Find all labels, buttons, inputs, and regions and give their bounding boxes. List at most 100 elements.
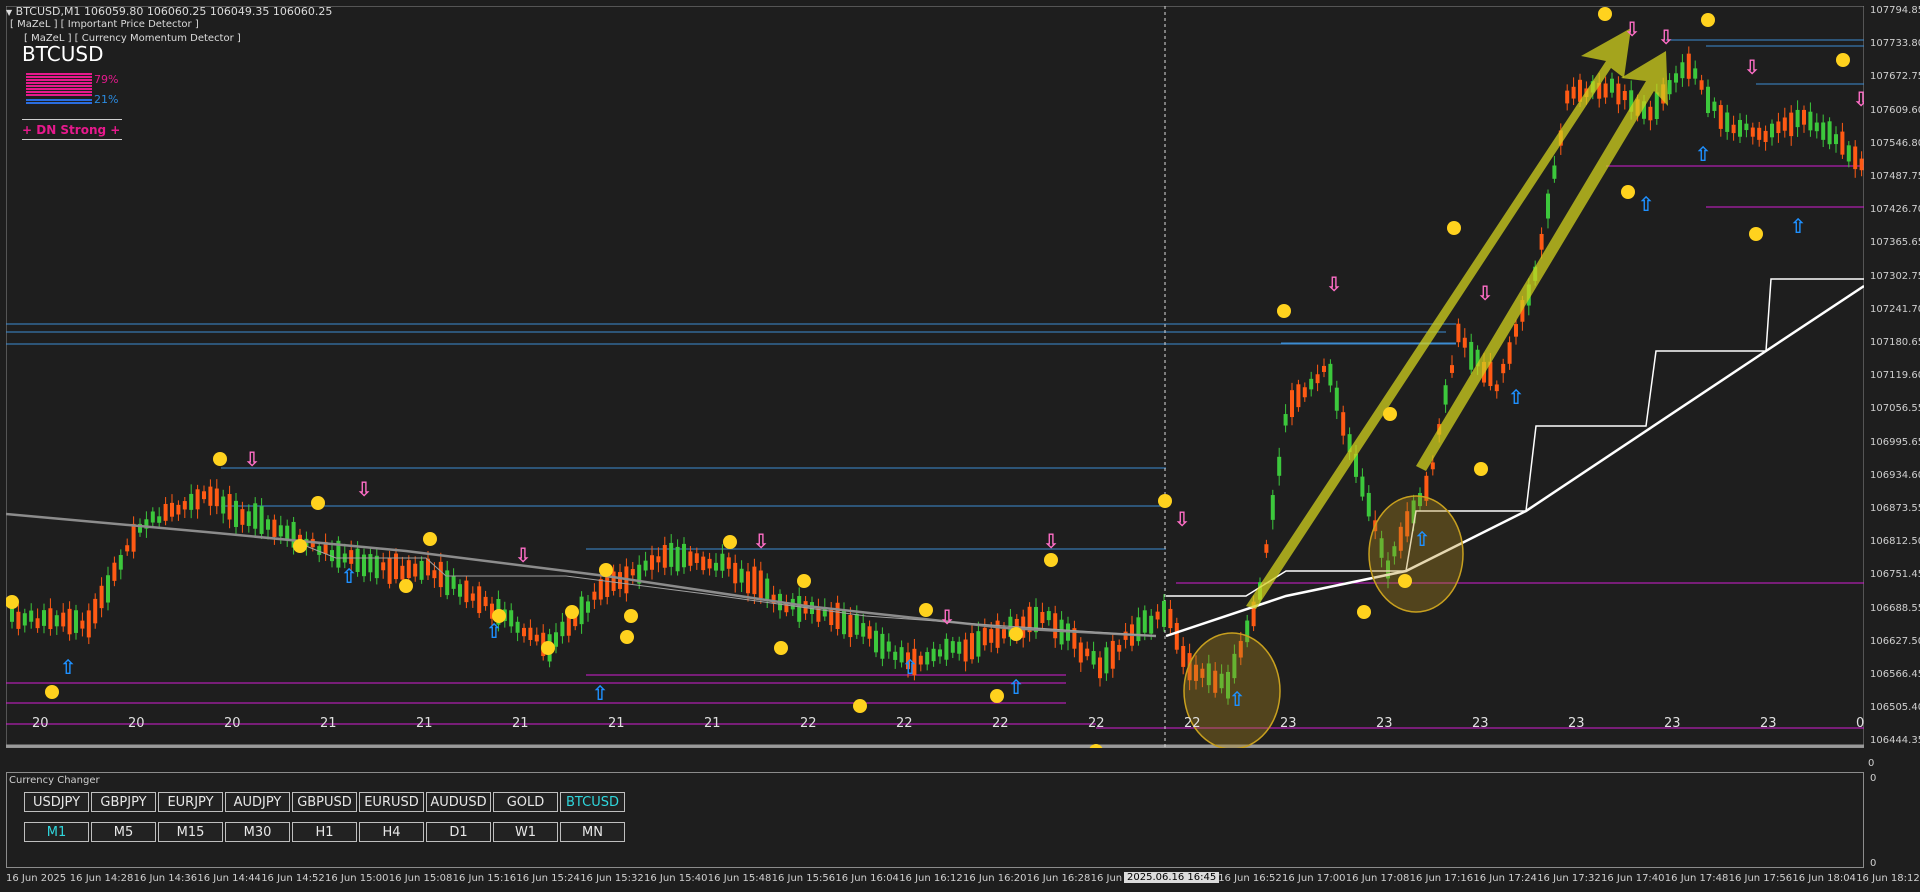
sell-arrow-icon: ⇩ <box>1174 507 1191 531</box>
candle-body <box>1078 642 1083 663</box>
candle-body <box>893 651 898 660</box>
candle-body <box>714 562 718 571</box>
candle-body <box>42 610 46 626</box>
time-axis-label: 16 Jun 17:16 <box>1409 873 1474 884</box>
symbol-button-audusd[interactable]: AUDUSD <box>426 792 491 812</box>
day-axis-label: 22 <box>800 716 817 731</box>
sell-arrow-icon: ⇩ <box>1326 272 1343 296</box>
candle-body <box>662 544 667 568</box>
timeframe-button-h1[interactable]: H1 <box>292 822 357 842</box>
timeframe-button-m1[interactable]: M1 <box>24 822 89 842</box>
candle-body <box>886 641 891 652</box>
candle-body <box>1283 414 1288 426</box>
sell-arrow-icon: ⇩ <box>1043 529 1060 553</box>
price-axis-label: 107056.55 <box>1870 403 1920 415</box>
candle-body <box>1622 90 1627 101</box>
candle-body <box>1565 90 1570 104</box>
candle-body <box>586 601 590 613</box>
price-axis-label: 107672.75 <box>1870 71 1920 83</box>
candle-body <box>1360 476 1365 497</box>
timeframe-button-w1[interactable]: W1 <box>493 822 558 842</box>
price-marker-icon <box>423 532 437 546</box>
candle-body <box>1571 86 1576 99</box>
symbol-button-eurjpy[interactable]: EURJPY <box>158 792 223 812</box>
candle-body <box>1085 648 1090 657</box>
symbol-button-usdjpy[interactable]: USDJPY <box>24 792 89 812</box>
time-axis-label: 16 Jun 14:44 <box>197 873 261 884</box>
candle-body <box>522 627 526 637</box>
symbol-button-gbpjpy[interactable]: GBPJPY <box>91 792 156 812</box>
time-axis-label: 16 Jun 15:16 <box>452 873 517 884</box>
candle-body <box>93 598 98 624</box>
candle-body <box>477 586 482 614</box>
price-axis-label: 107302.75 <box>1870 270 1920 282</box>
sell-arrow-icon: ⇩ <box>1853 87 1864 111</box>
candle-body <box>1782 117 1787 131</box>
candle-body <box>1494 384 1499 392</box>
timeframe-button-m5[interactable]: M5 <box>91 822 156 842</box>
price-chart[interactable]: ⇩ ⇩ ⇩ ⇩ ⇩ ⇩ ⇩ ⇩ ⇩ ⇩ ⇩ ⇩ ⇩ ⇧ ⇧ ⇧ ⇧ ⇧ ⇧ ⇧ ⇧ ⇧ ⇧ ⇧ ⇧ <box>6 6 1864 748</box>
candle-body <box>1667 80 1672 95</box>
candle-body <box>35 618 40 629</box>
day-axis-label: 21 <box>512 716 529 731</box>
timeframe-button-d1[interactable]: D1 <box>426 822 491 842</box>
candle-body <box>1366 492 1371 517</box>
candle-body <box>528 627 533 640</box>
timeframe-button-m15[interactable]: M15 <box>158 822 223 842</box>
price-axis-label: 106627.50 <box>1870 635 1920 647</box>
symbol-button-gold[interactable]: GOLD <box>493 792 558 812</box>
candle-body <box>22 613 27 626</box>
timeframe-button-h4[interactable]: H4 <box>359 822 424 842</box>
symbol-button-btcusd[interactable]: BTCUSD <box>560 792 625 812</box>
price-axis-label: 106934.60 <box>1870 469 1920 481</box>
candle-body <box>854 613 859 635</box>
candle-body <box>182 501 187 510</box>
symbol-button-gbpusd[interactable]: GBPUSD <box>292 792 357 812</box>
candle-body <box>419 560 424 580</box>
candle-body <box>650 555 654 570</box>
candle-body <box>458 584 462 597</box>
candle-body <box>1162 600 1166 627</box>
candle-body <box>374 555 379 579</box>
candle-body <box>1693 68 1698 79</box>
candle-body <box>259 506 264 534</box>
highlight-circle <box>1368 495 1464 613</box>
time-axis-label: 16 Jun 2025 <box>6 873 67 884</box>
candle-body <box>1731 124 1736 134</box>
symbol-button-eurusd[interactable]: EURUSD <box>359 792 424 812</box>
buy-arrow-icon: ⇧ <box>1695 142 1712 166</box>
day-axis-label: 21 <box>608 716 625 731</box>
price-marker-icon <box>565 605 579 619</box>
candle-body <box>925 652 930 665</box>
candle-body <box>1462 337 1467 348</box>
timeframe-button-m30[interactable]: M30 <box>225 822 290 842</box>
candle-body <box>1053 613 1058 639</box>
candle-body <box>694 553 699 563</box>
price-axis-label: 106444.35 <box>1870 735 1920 747</box>
candle-body <box>67 608 72 635</box>
candle-body <box>1718 105 1723 129</box>
candle-body <box>1699 80 1704 90</box>
day-axis-label: 23 <box>1280 716 1297 731</box>
timeframe-button-mn[interactable]: MN <box>560 822 625 842</box>
time-axis-label: 16 Jun 15:48 <box>707 873 772 884</box>
candle-body <box>733 562 738 584</box>
candle-body <box>643 560 648 571</box>
buy-arrow-icon: ⇧ <box>60 655 77 679</box>
candle-body <box>278 525 283 537</box>
time-axis-label: 16 Jun 15:00 <box>325 873 389 884</box>
candle-body <box>1859 158 1864 171</box>
candle-body <box>515 621 520 633</box>
day-axis-label: 23 <box>1664 716 1681 731</box>
candle-body <box>1309 378 1314 390</box>
candle-body <box>1680 62 1685 79</box>
candle-body <box>1744 123 1749 131</box>
symbol-button-audjpy[interactable]: AUDJPY <box>225 792 290 812</box>
candle-body <box>963 639 968 662</box>
candle-body <box>1674 73 1678 83</box>
candle-body <box>1174 623 1179 650</box>
price-axis-label: 107546.80 <box>1870 137 1920 149</box>
price-marker-icon <box>1447 221 1461 235</box>
candle-body <box>611 571 616 591</box>
candle-body <box>438 561 443 588</box>
